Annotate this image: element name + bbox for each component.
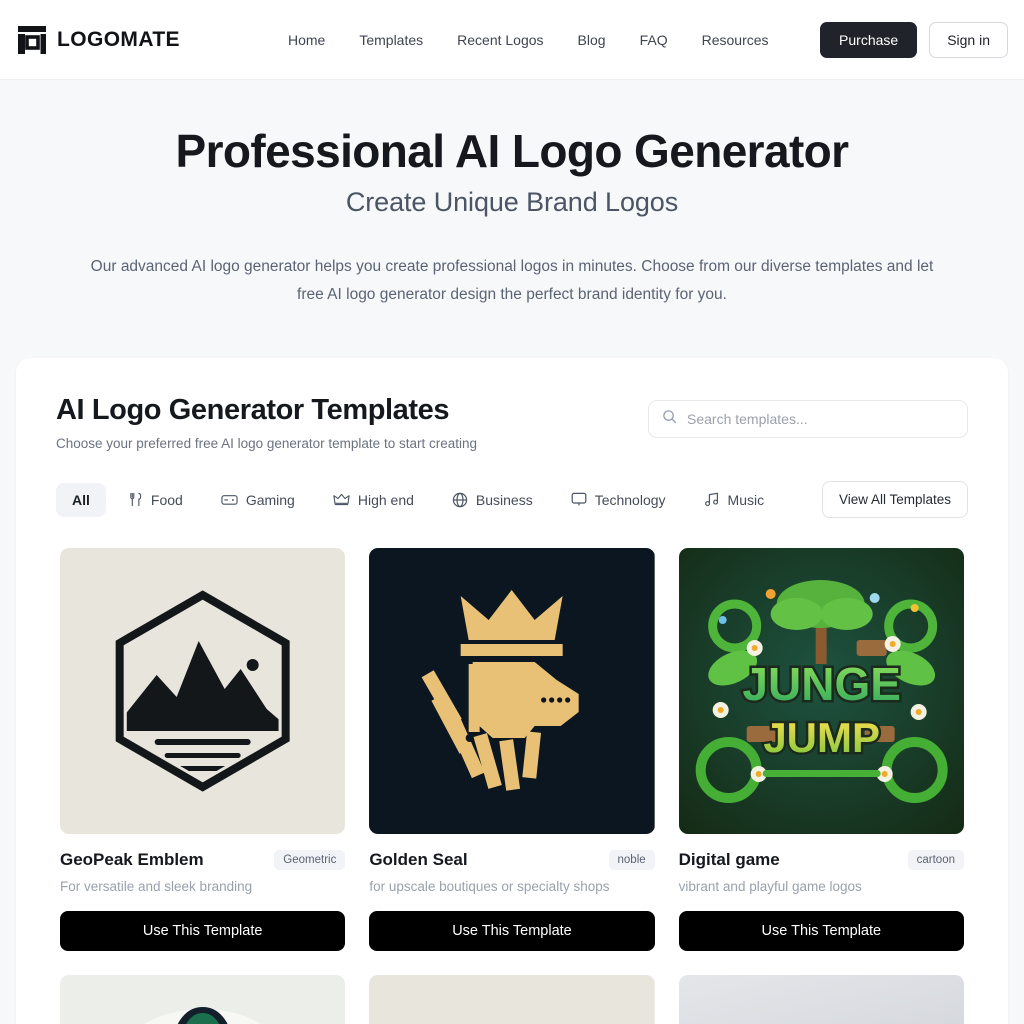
templates-subtitle: Choose your preferred free AI logo gener… <box>56 436 477 452</box>
templates-title: AI Logo Generator Templates <box>56 394 450 427</box>
status-badge: cartoon <box>907 850 964 871</box>
templates-panel: AI Logo Generator Templates Choose your … <box>16 358 1008 1024</box>
signin-button[interactable]: Sign in <box>929 21 1008 58</box>
globe-icon <box>452 492 468 508</box>
page-title: Professional AI Logo Generator <box>175 125 850 177</box>
crown-icon <box>333 492 350 507</box>
music-note-icon <box>704 492 720 507</box>
monitor-icon <box>571 492 587 507</box>
logomate-mark-icon <box>16 24 48 56</box>
status-badge: Geometric <box>274 850 346 871</box>
brand-logo[interactable]: LOGOMATE <box>16 24 180 56</box>
search-icon <box>662 409 677 429</box>
site-header: LOGOMATE Home Templates Recent Logos Blo… <box>0 0 1024 80</box>
sombrero-logo[interactable] <box>60 975 346 1024</box>
filter-label: Gaming <box>245 491 295 508</box>
filter-tab-gaming[interactable]: Gaming <box>205 483 311 517</box>
card-title-row: GeoPeak Emblem Geometric <box>60 850 346 871</box>
thumb-text-line2: JUMP <box>763 714 880 761</box>
status-badge: noble <box>608 850 655 871</box>
template-card[interactable]: Golden Seal noble for upscale boutiques … <box>369 548 655 952</box>
templates-heading-group: AI Logo Generator Templates Choose your … <box>56 394 477 451</box>
filter-tab-high-end[interactable]: High end <box>317 483 430 517</box>
brand-name: LOGOMATE <box>57 27 180 51</box>
gamepad-icon <box>221 492 238 507</box>
filter-label: Technology <box>594 491 666 508</box>
template-card[interactable]: JUNGE JUMP Digital game cartoon vibrant … <box>678 548 964 952</box>
hexagon-mountain-logo[interactable] <box>60 548 346 835</box>
purchase-button[interactable]: Purchase <box>820 21 918 58</box>
template-grid: GeoPeak Emblem Geometric For versatile a… <box>40 518 984 1024</box>
gray-template-logo[interactable] <box>678 975 964 1024</box>
use-template-button[interactable]: Use This Template <box>60 911 346 952</box>
filter-tab-food[interactable]: Food <box>112 483 199 517</box>
view-all-templates-button[interactable]: View All Templates <box>821 481 968 519</box>
nav-item-templates[interactable]: Templates <box>359 32 423 48</box>
filter-label: High end <box>357 491 414 508</box>
nav-item-home[interactable]: Home <box>288 32 325 48</box>
use-template-button[interactable]: Use This Template <box>678 911 964 952</box>
template-card[interactable]: GeoPeak Emblem Geometric For versatile a… <box>60 548 346 952</box>
nav-item-resources[interactable]: Resources <box>702 32 769 48</box>
filter-label: Food <box>150 491 183 508</box>
card-description: vibrant and playful game logos <box>678 879 862 895</box>
filter-tab-business[interactable]: Business <box>436 483 549 517</box>
card-title-row: Digital game cartoon <box>678 850 964 871</box>
filter-label: Music <box>727 491 765 508</box>
crowned-lion-logo[interactable] <box>369 548 655 835</box>
template-card[interactable] <box>60 975 346 1024</box>
filter-label: All <box>72 491 90 508</box>
template-card[interactable] <box>678 975 964 1024</box>
hero-section: Professional AI Logo Generator Create Un… <box>0 80 1024 308</box>
cream-template-logo[interactable] <box>369 975 655 1024</box>
filter-tab-music[interactable]: Music <box>688 483 781 517</box>
page-subtitle: Create Unique Brand Logos <box>345 187 679 218</box>
search-input[interactable] <box>687 411 954 428</box>
card-description: for upscale boutiques or specialty shops <box>369 879 610 895</box>
card-title: Digital game <box>678 850 780 870</box>
search-box[interactable] <box>648 400 968 439</box>
card-title-row: Golden Seal noble <box>369 850 655 871</box>
filter-label: Business <box>475 491 533 508</box>
fork-knife-icon <box>128 492 143 507</box>
card-title: Golden Seal <box>369 850 468 870</box>
nav-item-blog[interactable]: Blog <box>578 32 606 48</box>
templates-header: AI Logo Generator Templates Choose your … <box>40 394 984 451</box>
card-title: GeoPeak Emblem <box>60 850 204 870</box>
header-actions: Purchase Sign in <box>820 21 1008 58</box>
hero-description: Our advanced AI logo generator helps you… <box>90 258 934 303</box>
nav-item-recent-logos[interactable]: Recent Logos <box>457 32 543 48</box>
use-template-button[interactable]: Use This Template <box>369 911 655 952</box>
nav-item-faq[interactable]: FAQ <box>640 32 668 48</box>
template-card[interactable] <box>369 975 655 1024</box>
main-nav: Home Templates Recent Logos Blog FAQ Res… <box>288 32 769 48</box>
card-description: For versatile and sleek branding <box>60 879 253 895</box>
jungle-jump-game-logo[interactable]: JUNGE JUMP <box>678 548 964 835</box>
filter-tab-all[interactable]: All <box>56 482 106 517</box>
filter-tab-technology[interactable]: Technology <box>555 483 682 517</box>
thumb-text-line1: JUNGE <box>742 658 900 710</box>
category-filter-bar: All Food Gaming High end Business Techno… <box>40 451 984 519</box>
